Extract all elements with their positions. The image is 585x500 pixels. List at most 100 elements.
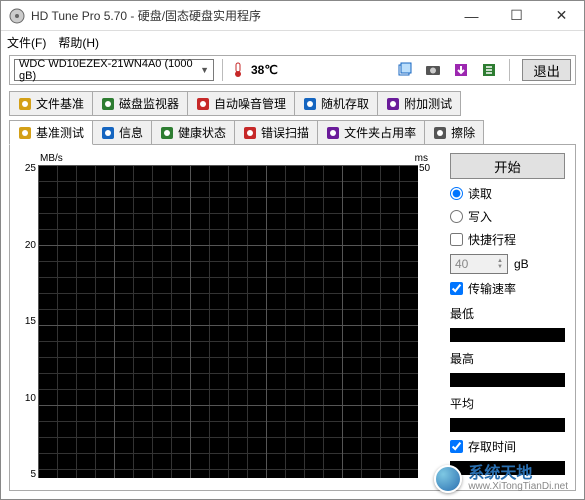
tab-top-0[interactable]: 文件基准 <box>9 91 93 116</box>
chart-gridlines <box>38 165 418 478</box>
tab-bottom-3[interactable]: 错误扫描 <box>234 120 318 145</box>
exit-button[interactable]: 退出 <box>522 59 571 81</box>
stat-min-value <box>450 328 565 342</box>
mode-read-input[interactable] <box>450 187 463 200</box>
shortstroke-check[interactable]: 快捷行程 <box>450 231 565 248</box>
app-icon <box>9 8 25 24</box>
spinner-icon: ▲▼ <box>497 258 503 270</box>
chart-left-tick: 20 <box>25 240 36 251</box>
separator <box>222 59 223 81</box>
mode-write-input[interactable] <box>450 210 463 223</box>
tab-top-1[interactable]: 磁盘监视器 <box>92 91 188 116</box>
tab-label: 信息 <box>119 124 143 141</box>
chart-left-ticks: 25 20 15 10 5 <box>14 163 36 480</box>
tab-bottom-0[interactable]: 基准测试 <box>9 120 93 145</box>
temperature-value: 38℃ <box>251 63 278 77</box>
tab-label: 文件夹占用率 <box>344 124 416 141</box>
tab-bottom-5[interactable]: 擦除 <box>424 120 484 145</box>
tab-bottom-1[interactable]: 信息 <box>92 120 152 145</box>
tab-top-2[interactable]: 自动噪音管理 <box>187 91 295 116</box>
titlebar: HD Tune Pro 5.70 - 硬盘/固态硬盘实用程序 — ☐ ✕ <box>1 1 584 31</box>
chart-left-tick: 25 <box>25 163 36 174</box>
access-time-label: 存取时间 <box>468 438 516 455</box>
access-time-input[interactable] <box>450 440 463 453</box>
tab-icon <box>101 97 115 111</box>
shortstroke-value-input[interactable]: 40 ▲▼ <box>450 254 508 274</box>
chart-left-tick: 5 <box>30 469 36 480</box>
stat-avg-value <box>450 418 565 432</box>
transfer-rate-label: 传输速率 <box>468 280 516 297</box>
toolbar: WDC WD10EZEX-21WN4A0 (1000 gB) ▼ 38℃ 退出 <box>9 55 576 85</box>
chart-left-tick: 15 <box>25 316 36 327</box>
app-window: HD Tune Pro 5.70 - 硬盘/固态硬盘实用程序 — ☐ ✕ 文件(… <box>0 0 585 500</box>
shortstroke-value: 40 <box>455 257 468 271</box>
screenshot-button[interactable] <box>421 58 445 82</box>
stat-max-label: 最高 <box>450 350 565 367</box>
access-time-check[interactable]: 存取时间 <box>450 438 565 455</box>
transfer-rate-input[interactable] <box>450 282 463 295</box>
side-panel: 开始 读取 写入 快捷行程 40 ▲▼ gB <box>440 145 575 490</box>
tab-label: 附加测试 <box>404 95 452 112</box>
maximize-button[interactable]: ☐ <box>494 1 539 30</box>
shortstroke-row: 40 ▲▼ gB <box>450 254 565 274</box>
tab-label: 磁盘监视器 <box>119 95 179 112</box>
tab-icon <box>160 126 174 140</box>
shortstroke-unit: gB <box>514 257 529 271</box>
tab-icon <box>101 126 115 140</box>
drive-selector[interactable]: WDC WD10EZEX-21WN4A0 (1000 gB) ▼ <box>14 59 214 81</box>
window-controls: — ☐ ✕ <box>449 1 584 30</box>
stat-min-label: 最低 <box>450 305 565 322</box>
window-title: HD Tune Pro 5.70 - 硬盘/固态硬盘实用程序 <box>31 7 449 24</box>
tab-label: 错误扫描 <box>261 124 309 141</box>
drive-selector-text: WDC WD10EZEX-21WN4A0 (1000 gB) <box>19 58 200 82</box>
close-button[interactable]: ✕ <box>539 1 584 30</box>
benchmark-chart: MB/s ms 252015105 50 <box>10 145 440 490</box>
mode-write-radio[interactable]: 写入 <box>450 208 565 225</box>
tab-icon <box>326 126 340 140</box>
start-button[interactable]: 开始 <box>450 153 565 179</box>
minimize-button[interactable]: — <box>449 1 494 30</box>
separator <box>509 59 510 81</box>
chart-y-left-label: MB/s <box>40 153 63 164</box>
tab-bottom-4[interactable]: 文件夹占用率 <box>317 120 425 145</box>
tab-label: 擦除 <box>451 124 475 141</box>
menu-file[interactable]: 文件(F) <box>7 34 46 51</box>
tab-top-3[interactable]: 随机存取 <box>294 91 378 116</box>
shortstroke-label: 快捷行程 <box>468 231 516 248</box>
content-area: MB/s ms 252015105 50 开始 读取 写入 快捷行程 <box>9 144 576 491</box>
tab-label: 自动噪音管理 <box>214 95 286 112</box>
chart-right-ticks: 50 <box>419 163 437 480</box>
access-time-value <box>450 461 565 475</box>
mode-read-label: 读取 <box>468 185 492 202</box>
tab-icon <box>196 97 210 111</box>
chart-left-tick: 10 <box>25 393 36 404</box>
mode-read-radio[interactable]: 读取 <box>450 185 565 202</box>
thermometer-icon <box>231 62 247 78</box>
tab-icon <box>18 97 32 111</box>
mode-write-label: 写入 <box>468 208 492 225</box>
tab-icon <box>386 97 400 111</box>
tabs-row-top: 文件基准 磁盘监视器 自动噪音管理 随机存取 附加测试 <box>1 87 584 116</box>
tab-label: 随机存取 <box>321 95 369 112</box>
tab-bottom-2[interactable]: 健康状态 <box>151 120 235 145</box>
menubar: 文件(F) 帮助(H) <box>1 31 584 53</box>
tab-top-4[interactable]: 附加测试 <box>377 91 461 116</box>
tab-label: 文件基准 <box>36 95 84 112</box>
chart-grid <box>38 165 418 478</box>
stat-max-value <box>450 373 565 387</box>
tab-icon <box>433 126 447 140</box>
copy-info-button[interactable] <box>393 58 417 82</box>
tabs-row-bottom: 基准测试 信息 健康状态 错误扫描 文件夹占用率 擦除 <box>1 116 584 145</box>
tab-label: 健康状态 <box>178 124 226 141</box>
save-button[interactable] <box>449 58 473 82</box>
tab-label: 基准测试 <box>36 124 84 141</box>
chevron-down-icon: ▼ <box>200 65 209 75</box>
tab-icon <box>303 97 317 111</box>
settings-button[interactable] <box>477 58 501 82</box>
menu-help[interactable]: 帮助(H) <box>58 34 99 51</box>
tab-icon <box>18 126 32 140</box>
transfer-rate-check[interactable]: 传输速率 <box>450 280 565 297</box>
stat-avg-label: 平均 <box>450 395 565 412</box>
shortstroke-input[interactable] <box>450 233 463 246</box>
tab-icon <box>243 126 257 140</box>
